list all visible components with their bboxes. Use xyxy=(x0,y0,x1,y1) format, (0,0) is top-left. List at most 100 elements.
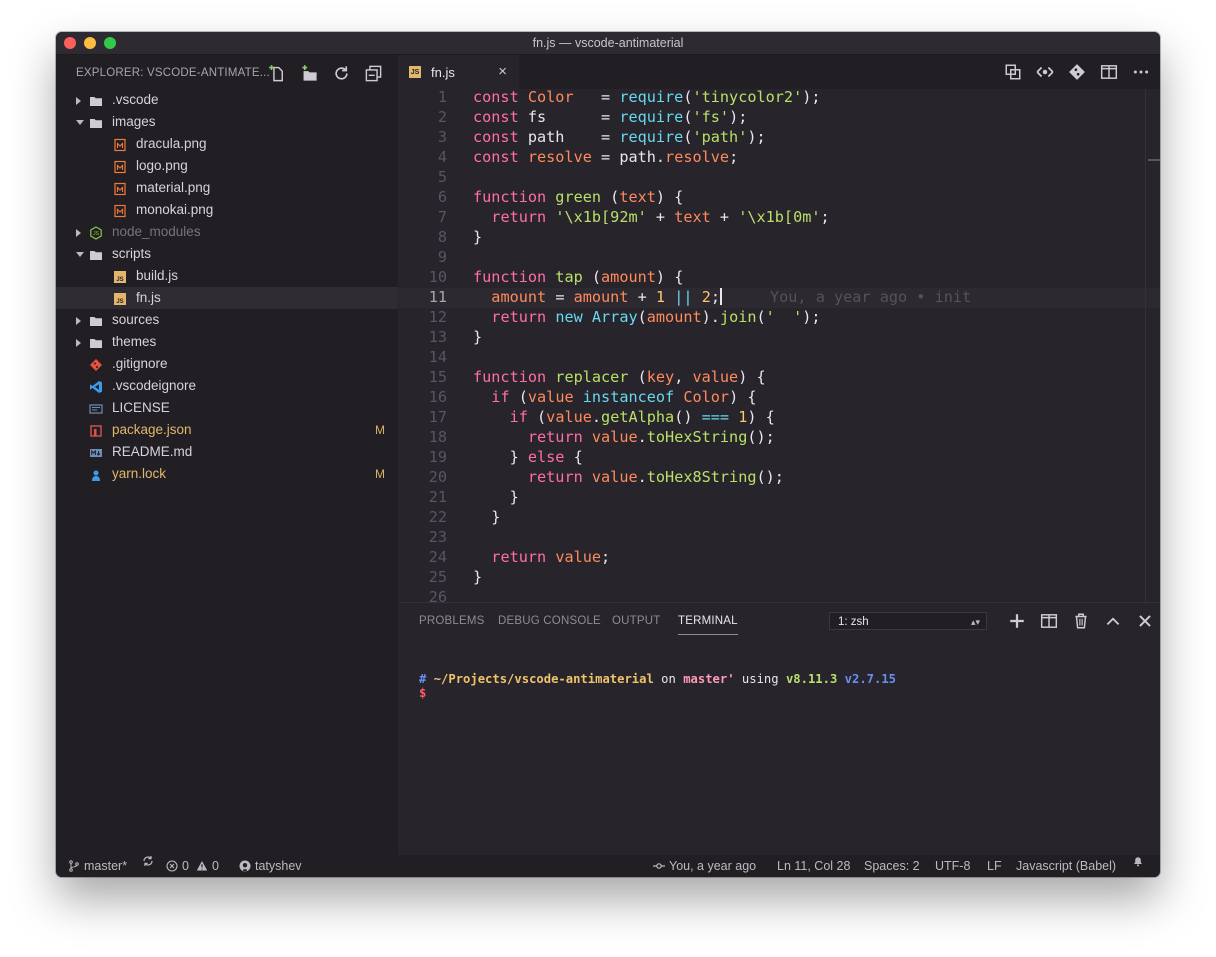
status-encoding[interactable]: UTF-8 xyxy=(935,855,970,877)
code-line[interactable]: const Color = require('tinycolor2'); xyxy=(473,89,821,106)
tab-terminal[interactable]: TERMINAL xyxy=(678,615,738,635)
code-line[interactable]: return value.toHexString(); xyxy=(473,428,775,446)
code-line[interactable]: if (value.getAlpha() === 1) { xyxy=(473,408,775,426)
code-line[interactable]: function tap (amount) { xyxy=(473,268,683,286)
status-user-label: tatyshev xyxy=(255,859,302,873)
chevron-right-icon[interactable] xyxy=(76,229,81,237)
tree-item[interactable]: README.md xyxy=(56,441,398,463)
tree-item[interactable]: yarn.lock M xyxy=(56,463,398,485)
terminal-using: using xyxy=(741,672,779,686)
terminal-select[interactable]: 1: zsh ▴▾ xyxy=(829,612,987,630)
window-title: fn.js — vscode-antimaterial xyxy=(532,36,684,50)
code-line[interactable]: amount = amount + 1 || 2; You, a year ago… xyxy=(473,288,971,306)
tree-item[interactable]: monokai.png xyxy=(56,199,398,221)
tree-item[interactable]: .vscodeignore xyxy=(56,375,398,397)
tree-item[interactable]: images xyxy=(56,111,398,133)
code-line[interactable]: if (value instanceof Color) { xyxy=(473,388,756,406)
tree-item[interactable]: material.png xyxy=(56,177,398,199)
chevron-right-icon[interactable] xyxy=(76,97,81,105)
kill-terminal-icon[interactable] xyxy=(1072,612,1090,630)
code-line[interactable]: } xyxy=(473,568,482,586)
code-line[interactable]: } xyxy=(473,508,500,526)
split-editor-icon[interactable] xyxy=(1100,63,1118,81)
tree-item[interactable]: themes xyxy=(56,331,398,353)
code-line[interactable]: const fs = require('fs'); xyxy=(473,108,747,126)
tree-item[interactable]: package.json M xyxy=(56,419,398,441)
tree-item[interactable]: .vscode xyxy=(56,89,398,111)
js-file-icon: JS xyxy=(409,66,421,78)
toggle-blame-icon[interactable] xyxy=(1036,63,1054,81)
status-problems[interactable]: 0 0 xyxy=(166,855,219,877)
open-changes-icon[interactable] xyxy=(1004,63,1022,81)
line-number: 12 xyxy=(428,308,447,326)
code-line[interactable]: } xyxy=(473,328,482,346)
code-editor[interactable]: 1 const Color = require('tinycolor2'); 2 co… xyxy=(399,89,1160,602)
tree-item[interactable]: dracula.png xyxy=(56,133,398,155)
folder-icon xyxy=(89,93,103,107)
line-number: 1 xyxy=(437,89,447,106)
code-line[interactable]: } xyxy=(473,488,519,506)
warning-icon xyxy=(196,861,208,871)
tab-problems[interactable]: PROBLEMS xyxy=(419,615,485,627)
js-file-icon: JS xyxy=(113,269,127,283)
line-number: 23 xyxy=(428,528,447,546)
code-line[interactable]: return '\x1b[92m' + text + '\x1b[0m'; xyxy=(473,208,829,226)
tree-item[interactable]: JS fn.js xyxy=(56,287,398,309)
tree-item-label: dracula.png xyxy=(136,136,207,151)
more-actions-icon[interactable] xyxy=(1132,63,1150,81)
folder-icon xyxy=(89,115,103,129)
npm-file-icon xyxy=(89,423,103,437)
code-line[interactable]: } xyxy=(473,228,482,246)
code-line[interactable]: return new Array(amount).join(' '); xyxy=(473,308,820,326)
status-language[interactable]: Javascript (Babel) xyxy=(1016,855,1116,877)
code-line[interactable]: } else { xyxy=(473,448,583,466)
refresh-icon[interactable] xyxy=(332,64,351,83)
close-tab-icon[interactable]: × xyxy=(498,63,507,80)
chevron-right-icon[interactable] xyxy=(76,317,81,325)
tab-output[interactable]: OUTPUT xyxy=(612,615,660,627)
tree-item[interactable]: scripts xyxy=(56,243,398,265)
status-indentation[interactable]: Spaces: 2 xyxy=(864,855,920,877)
tree-item[interactable]: .gitignore xyxy=(56,353,398,375)
code-line[interactable]: return value; xyxy=(473,548,610,566)
tree-item[interactable]: logo.png xyxy=(56,155,398,177)
new-file-icon[interactable] xyxy=(268,64,287,83)
code-line[interactable]: function replacer (key, value) { xyxy=(473,368,766,386)
git-modified-badge: M xyxy=(375,467,385,481)
tab-debug-console[interactable]: DEBUG CONSOLE xyxy=(498,615,601,627)
chevron-down-icon[interactable] xyxy=(76,120,84,125)
tree-item[interactable]: JS build.js xyxy=(56,265,398,287)
collapse-all-icon[interactable] xyxy=(364,64,383,83)
code-line[interactable]: const path = require('path'); xyxy=(473,128,766,146)
terminal-output[interactable]: # ~/Projects/vscode-antimaterial on mast… xyxy=(419,658,896,700)
editor-tab-bar: JS fn.js × xyxy=(399,55,1160,89)
sync-icon[interactable] xyxy=(142,855,154,867)
new-terminal-icon[interactable] xyxy=(1008,612,1026,630)
chevron-right-icon[interactable] xyxy=(76,339,81,347)
git-commit-icon xyxy=(653,863,665,869)
notifications-bell-icon[interactable] xyxy=(1132,855,1144,867)
status-user[interactable]: tatyshev xyxy=(239,855,302,877)
split-terminal-icon[interactable] xyxy=(1040,612,1058,630)
tree-item-label: README.md xyxy=(112,444,193,459)
line-number: 7 xyxy=(437,208,447,226)
new-folder-icon[interactable] xyxy=(300,64,319,83)
line-number: 19 xyxy=(428,448,447,466)
status-position[interactable]: Ln 11, Col 28 xyxy=(777,855,850,877)
line-number: 21 xyxy=(428,488,447,506)
code-line[interactable]: return value.toHex8String(); xyxy=(473,468,784,486)
git-compare-icon[interactable] xyxy=(1068,63,1086,81)
status-eol[interactable]: LF xyxy=(987,855,1002,877)
status-blame[interactable]: You, a year ago xyxy=(653,855,756,877)
tab-fn-js[interactable]: JS fn.js × xyxy=(399,55,519,89)
chevron-down-icon[interactable] xyxy=(76,252,84,257)
status-branch[interactable]: master* xyxy=(68,855,127,877)
tree-item-label: .gitignore xyxy=(112,356,168,371)
code-line[interactable]: const resolve = path.resolve; xyxy=(473,148,738,166)
tree-item[interactable]: sources xyxy=(56,309,398,331)
close-panel-icon[interactable] xyxy=(1136,612,1154,630)
code-line[interactable]: function green (text) { xyxy=(473,188,683,206)
tree-item[interactable]: LICENSE xyxy=(56,397,398,419)
maximize-panel-icon[interactable] xyxy=(1104,612,1122,630)
tree-item[interactable]: JS node_modules xyxy=(56,221,398,243)
